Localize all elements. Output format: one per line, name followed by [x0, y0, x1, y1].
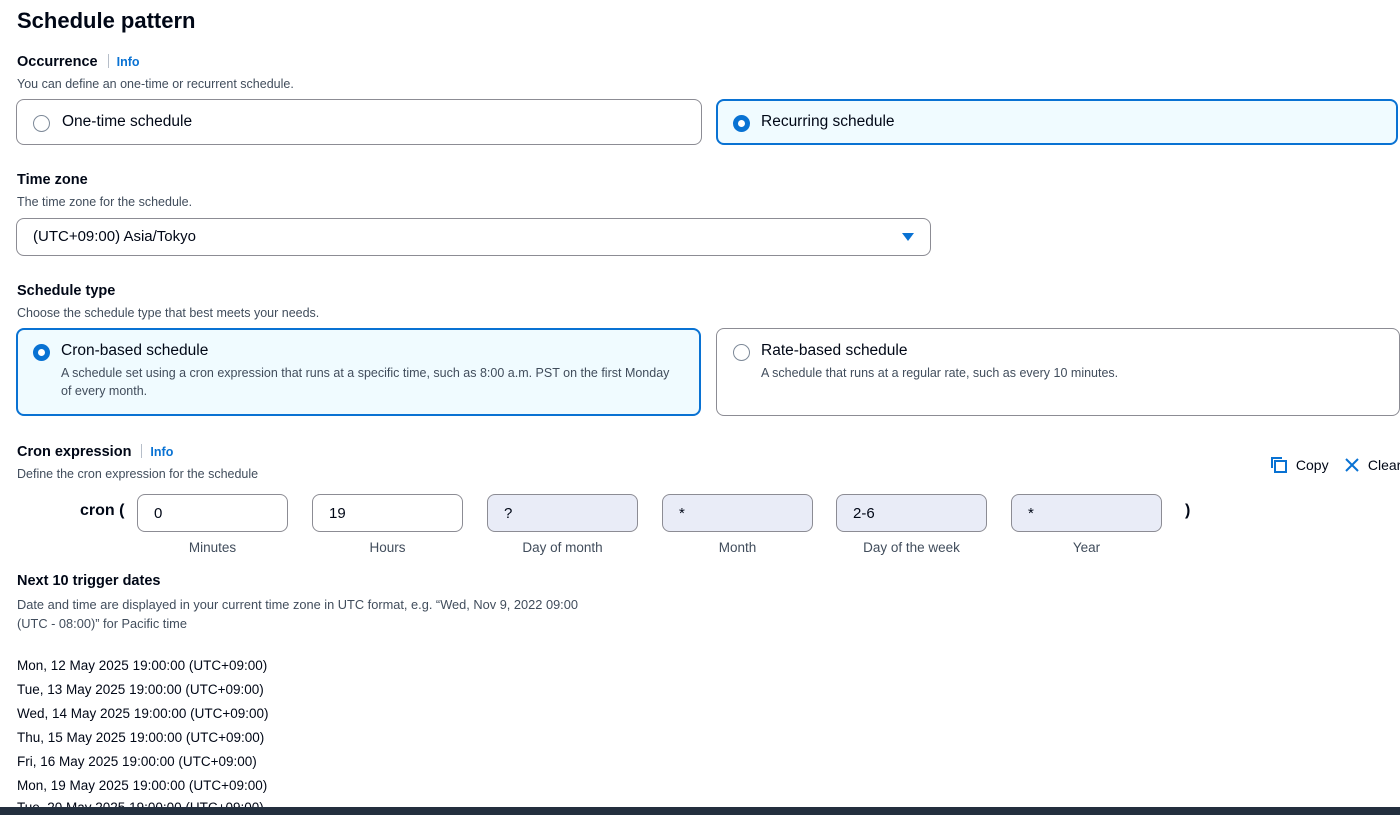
- hours-value: 19: [329, 505, 346, 522]
- trigger-dates-description-line1: Date and time are displayed in your curr…: [17, 597, 578, 612]
- trigger-date-item: Tue, 13 May 2025 19:00:00 (UTC+09:00): [17, 682, 264, 697]
- schedule-type-label: Schedule type: [17, 283, 116, 299]
- trigger-date-item: Mon, 12 May 2025 19:00:00 (UTC+09:00): [17, 658, 268, 673]
- cron-info-link[interactable]: Info: [150, 445, 173, 459]
- day-of-month-input[interactable]: ?: [487, 494, 638, 532]
- clear-button[interactable]: Clear: [1343, 456, 1400, 476]
- trigger-date-item: Mon, 19 May 2025 19:00:00 (UTC+09:00): [17, 778, 268, 793]
- radio-unselected-icon[interactable]: [33, 115, 50, 132]
- occurrence-label-text: Occurrence: [17, 54, 98, 70]
- cron-expression-label: Cron expression Info: [17, 444, 173, 460]
- info-divider: [107, 54, 109, 68]
- trigger-dates-description-line2: (UTC - 08:00)” for Pacific time: [17, 616, 187, 631]
- schedule-type-description: Choose the schedule type that best meets…: [17, 306, 320, 320]
- timezone-select[interactable]: (UTC+09:00) Asia/Tokyo: [16, 218, 931, 256]
- month-input[interactable]: *: [662, 494, 813, 532]
- cron-suffix: ): [1185, 502, 1191, 519]
- close-icon: [1345, 458, 1359, 472]
- radio-unselected-icon[interactable]: [733, 344, 750, 361]
- caret-down-icon[interactable]: [902, 233, 914, 241]
- year-input[interactable]: *: [1011, 494, 1162, 532]
- one-time-schedule-label: One-time schedule: [62, 113, 193, 130]
- cron-based-schedule-label: Cron-based schedule: [61, 342, 209, 359]
- one-time-schedule-option[interactable]: One-time schedule: [16, 99, 702, 145]
- copy-button[interactable]: Copy: [1270, 456, 1329, 476]
- cron-expression-label-text: Cron expression: [17, 444, 132, 460]
- minutes-label: Minutes: [188, 540, 237, 555]
- minutes-input[interactable]: 0: [137, 494, 288, 532]
- day-of-month-label: Day of month: [522, 540, 603, 555]
- copy-label: Copy: [1295, 457, 1329, 473]
- timezone-description: The time zone for the schedule.: [17, 195, 193, 209]
- trigger-date-item: Fri, 16 May 2025 19:00:00 (UTC+09:00): [17, 754, 257, 769]
- timezone-value: (UTC+09:00) Asia/Tokyo: [33, 228, 196, 245]
- section-title: Schedule pattern: [17, 8, 196, 33]
- copy-icon: [1271, 457, 1287, 473]
- clear-label: Clear: [1367, 457, 1400, 473]
- occurrence-label: Occurrence Info: [17, 54, 140, 70]
- hours-label: Hours: [369, 540, 406, 555]
- bottom-bar: [0, 807, 1400, 815]
- rate-based-schedule-option[interactable]: Rate-based schedule A schedule that runs…: [716, 328, 1400, 416]
- occurrence-description: You can define an one-time or recurrent …: [17, 77, 294, 91]
- schedule-pattern-page: Schedule pattern Occurrence Info You can …: [0, 0, 1400, 815]
- cron-based-schedule-option[interactable]: Cron-based schedule A schedule set using…: [16, 328, 701, 416]
- recurring-schedule-label: Recurring schedule: [761, 113, 895, 130]
- occurrence-info-link[interactable]: Info: [117, 55, 140, 69]
- year-value: *: [1028, 505, 1034, 522]
- cron-based-schedule-description: A schedule set using a cron expression t…: [61, 366, 670, 398]
- month-label: Month: [718, 540, 757, 555]
- radio-selected-icon[interactable]: [33, 344, 50, 361]
- cron-expression-description: Define the cron expression for the sched…: [17, 467, 259, 481]
- radio-selected-icon[interactable]: [733, 115, 750, 132]
- rate-based-schedule-description: A schedule that runs at a regular rate, …: [761, 366, 1119, 380]
- year-label: Year: [1072, 540, 1101, 555]
- day-of-week-value: 2-6: [853, 505, 875, 522]
- recurring-schedule-option[interactable]: Recurring schedule: [716, 99, 1398, 145]
- info-divider: [141, 444, 143, 458]
- trigger-dates-label: Next 10 trigger dates: [17, 573, 161, 589]
- rate-based-schedule-label: Rate-based schedule: [761, 342, 908, 359]
- day-of-week-input[interactable]: 2-6: [836, 494, 987, 532]
- hours-input[interactable]: 19: [312, 494, 463, 532]
- trigger-date-item: Thu, 15 May 2025 19:00:00 (UTC+09:00): [17, 730, 265, 745]
- day-of-month-value: ?: [504, 505, 513, 522]
- minutes-value: 0: [154, 505, 163, 522]
- month-value: *: [679, 505, 685, 522]
- day-of-week-label: Day of the week: [863, 540, 960, 555]
- trigger-date-item: Wed, 14 May 2025 19:00:00 (UTC+09:00): [17, 706, 269, 721]
- timezone-label: Time zone: [17, 172, 88, 188]
- cron-prefix: cron (: [80, 502, 125, 519]
